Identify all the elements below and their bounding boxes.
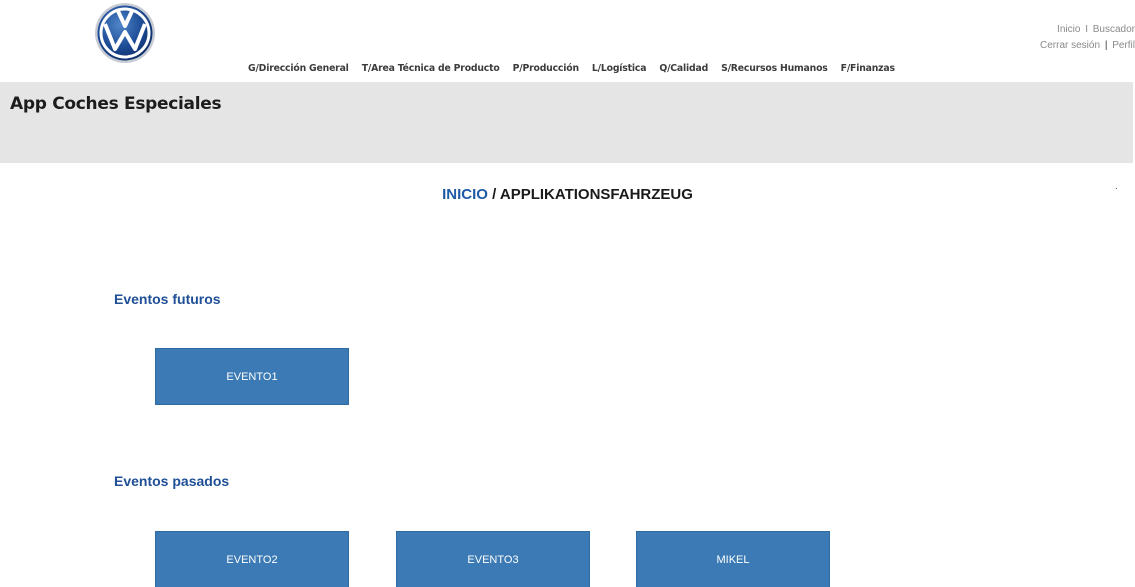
page: Inicio I Buscador Cerrar sesión | Perfil… [0,0,1135,587]
buscador-link[interactable]: Buscador [1093,24,1135,35]
app-title: App Coches Especiales [10,94,222,114]
future-events-title: Eventos futuros [114,291,221,307]
top-links: Inicio I Buscador Cerrar sesión | Perfil [1040,22,1135,54]
inicio-link[interactable]: Inicio [1057,24,1080,35]
event-button-mikel[interactable]: MIKEL [636,531,830,587]
event-button-evento1[interactable]: EVENTO1 [155,348,349,405]
nav-item-direccion-general[interactable]: G/Dirección General [248,63,349,74]
main-nav: G/Dirección General T/Area Técnica de Pr… [248,63,908,74]
breadcrumb-home-link[interactable]: INICIO [442,186,488,203]
separator: | [1104,40,1108,51]
nav-item-produccion[interactable]: P/Producción [513,63,579,74]
separator: I [1085,24,1088,35]
breadcrumb: INICIO / APPLIKATIONSFAHRZEUG [0,186,1135,203]
nav-item-logistica[interactable]: L/Logística [592,63,647,74]
event-button-evento3[interactable]: EVENTO3 [396,531,590,587]
vw-logo-icon[interactable] [94,2,156,64]
nav-item-finanzas[interactable]: F/Finanzas [841,63,895,74]
stray-dot: . [1115,181,1118,192]
app-header-band: App Coches Especiales [0,82,1133,163]
nav-item-calidad[interactable]: Q/Calidad [659,63,708,74]
breadcrumb-separator: / [487,186,500,203]
past-events-title: Eventos pasados [114,473,230,489]
nav-item-area-tecnica[interactable]: T/Area Técnica de Producto [362,63,500,74]
cerrar-sesion-link[interactable]: Cerrar sesión [1040,40,1100,51]
nav-item-recursos-humanos[interactable]: S/Recursos Humanos [721,63,828,74]
perfil-link[interactable]: Perfil [1112,40,1135,51]
breadcrumb-current: APPLIKATIONSFAHRZEUG [499,186,693,203]
event-button-evento2[interactable]: EVENTO2 [155,531,349,587]
